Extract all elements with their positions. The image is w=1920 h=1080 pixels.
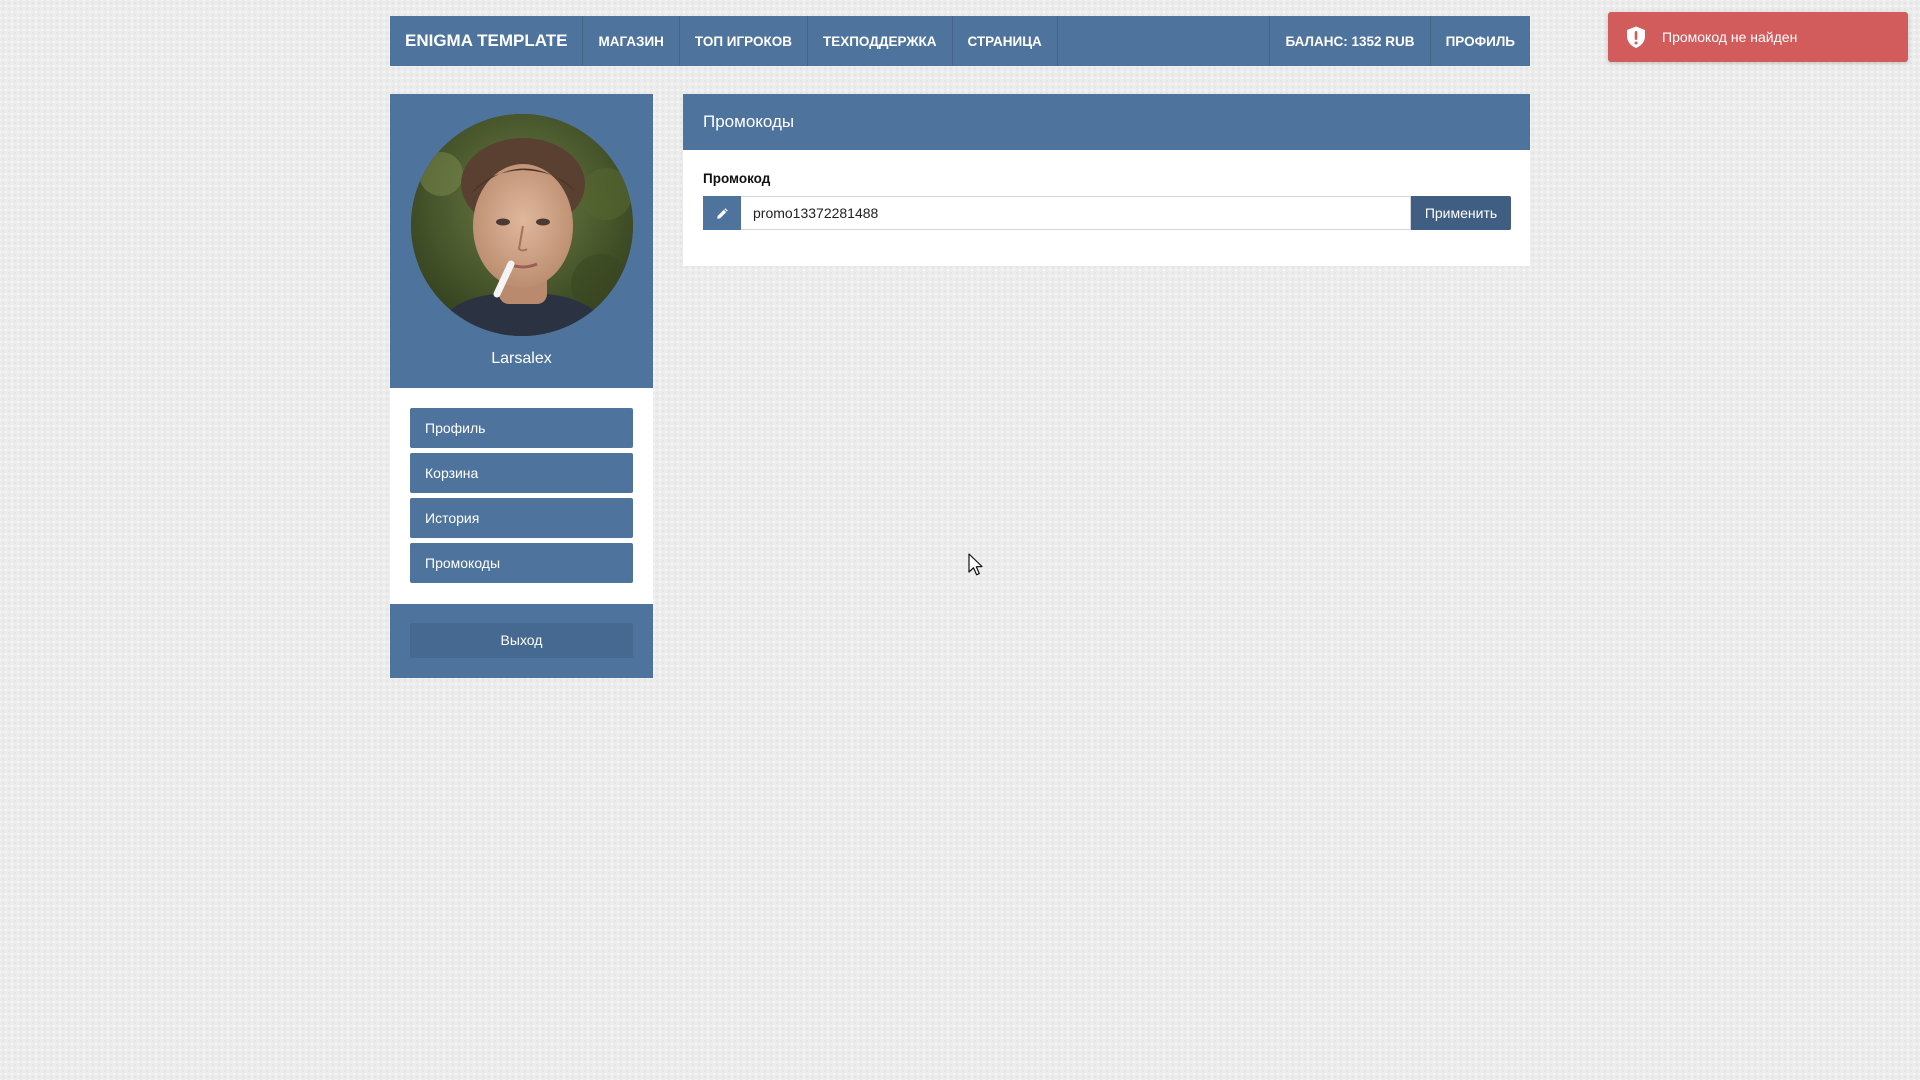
shield-alert-icon: [1627, 26, 1645, 48]
nav-link-profile[interactable]: ПРОФИЛЬ: [1429, 16, 1530, 66]
nav-link-top-players[interactable]: ТОП ИГРОКОВ: [680, 16, 808, 66]
nav-links: МАГАЗИН ТОП ИГРОКОВ ТЕХПОДДЕРЖКА СТРАНИЦ…: [583, 16, 1058, 66]
avatar-image: [411, 114, 633, 336]
sidebar-item-profile[interactable]: Профиль: [410, 408, 633, 448]
error-toast[interactable]: Промокод не найден: [1608, 12, 1908, 62]
promocodes-panel: Промокоды Промокод Применить: [683, 94, 1530, 266]
top-navbar: ENIGMA TEMPLATE МАГАЗИН ТОП ИГРОКОВ ТЕХП…: [390, 16, 1530, 66]
sidebar-item-promocodes[interactable]: Промокоды: [410, 543, 633, 583]
nav-link-support[interactable]: ТЕХПОДДЕРЖКА: [808, 16, 953, 66]
panel-body: Промокод Применить: [683, 150, 1530, 266]
promo-input-group: Применить: [703, 196, 1511, 230]
nav-link-page[interactable]: СТРАНИЦА: [953, 16, 1058, 66]
apply-button[interactable]: Применить: [1411, 196, 1511, 230]
avatar: [411, 114, 633, 336]
brand-logo[interactable]: ENIGMA TEMPLATE: [390, 16, 584, 66]
sidebar: Larsalex Профиль Корзина История Промоко…: [390, 94, 653, 678]
username: Larsalex: [491, 350, 552, 367]
sidebar-menu: Профиль Корзина История Промокоды: [390, 388, 653, 604]
promo-field-label: Промокод: [703, 171, 771, 186]
nav-balance[interactable]: БАЛАНС: 1352 RUB: [1269, 16, 1429, 66]
pencil-icon: [703, 196, 741, 230]
nav-link-shop[interactable]: МАГАЗИН: [583, 16, 680, 66]
profile-card: Larsalex: [390, 94, 653, 388]
promo-input[interactable]: [741, 196, 1411, 230]
logout-button[interactable]: Выход: [410, 623, 633, 658]
sidebar-item-history[interactable]: История: [410, 498, 633, 538]
logout-card: Выход: [390, 604, 653, 678]
mouse-cursor-icon: [968, 553, 983, 576]
panel-title: Промокоды: [683, 94, 1530, 150]
nav-right: БАЛАНС: 1352 RUB ПРОФИЛЬ: [1269, 16, 1530, 66]
toast-message: Промокод не найден: [1662, 29, 1798, 45]
sidebar-item-cart[interactable]: Корзина: [410, 453, 633, 493]
